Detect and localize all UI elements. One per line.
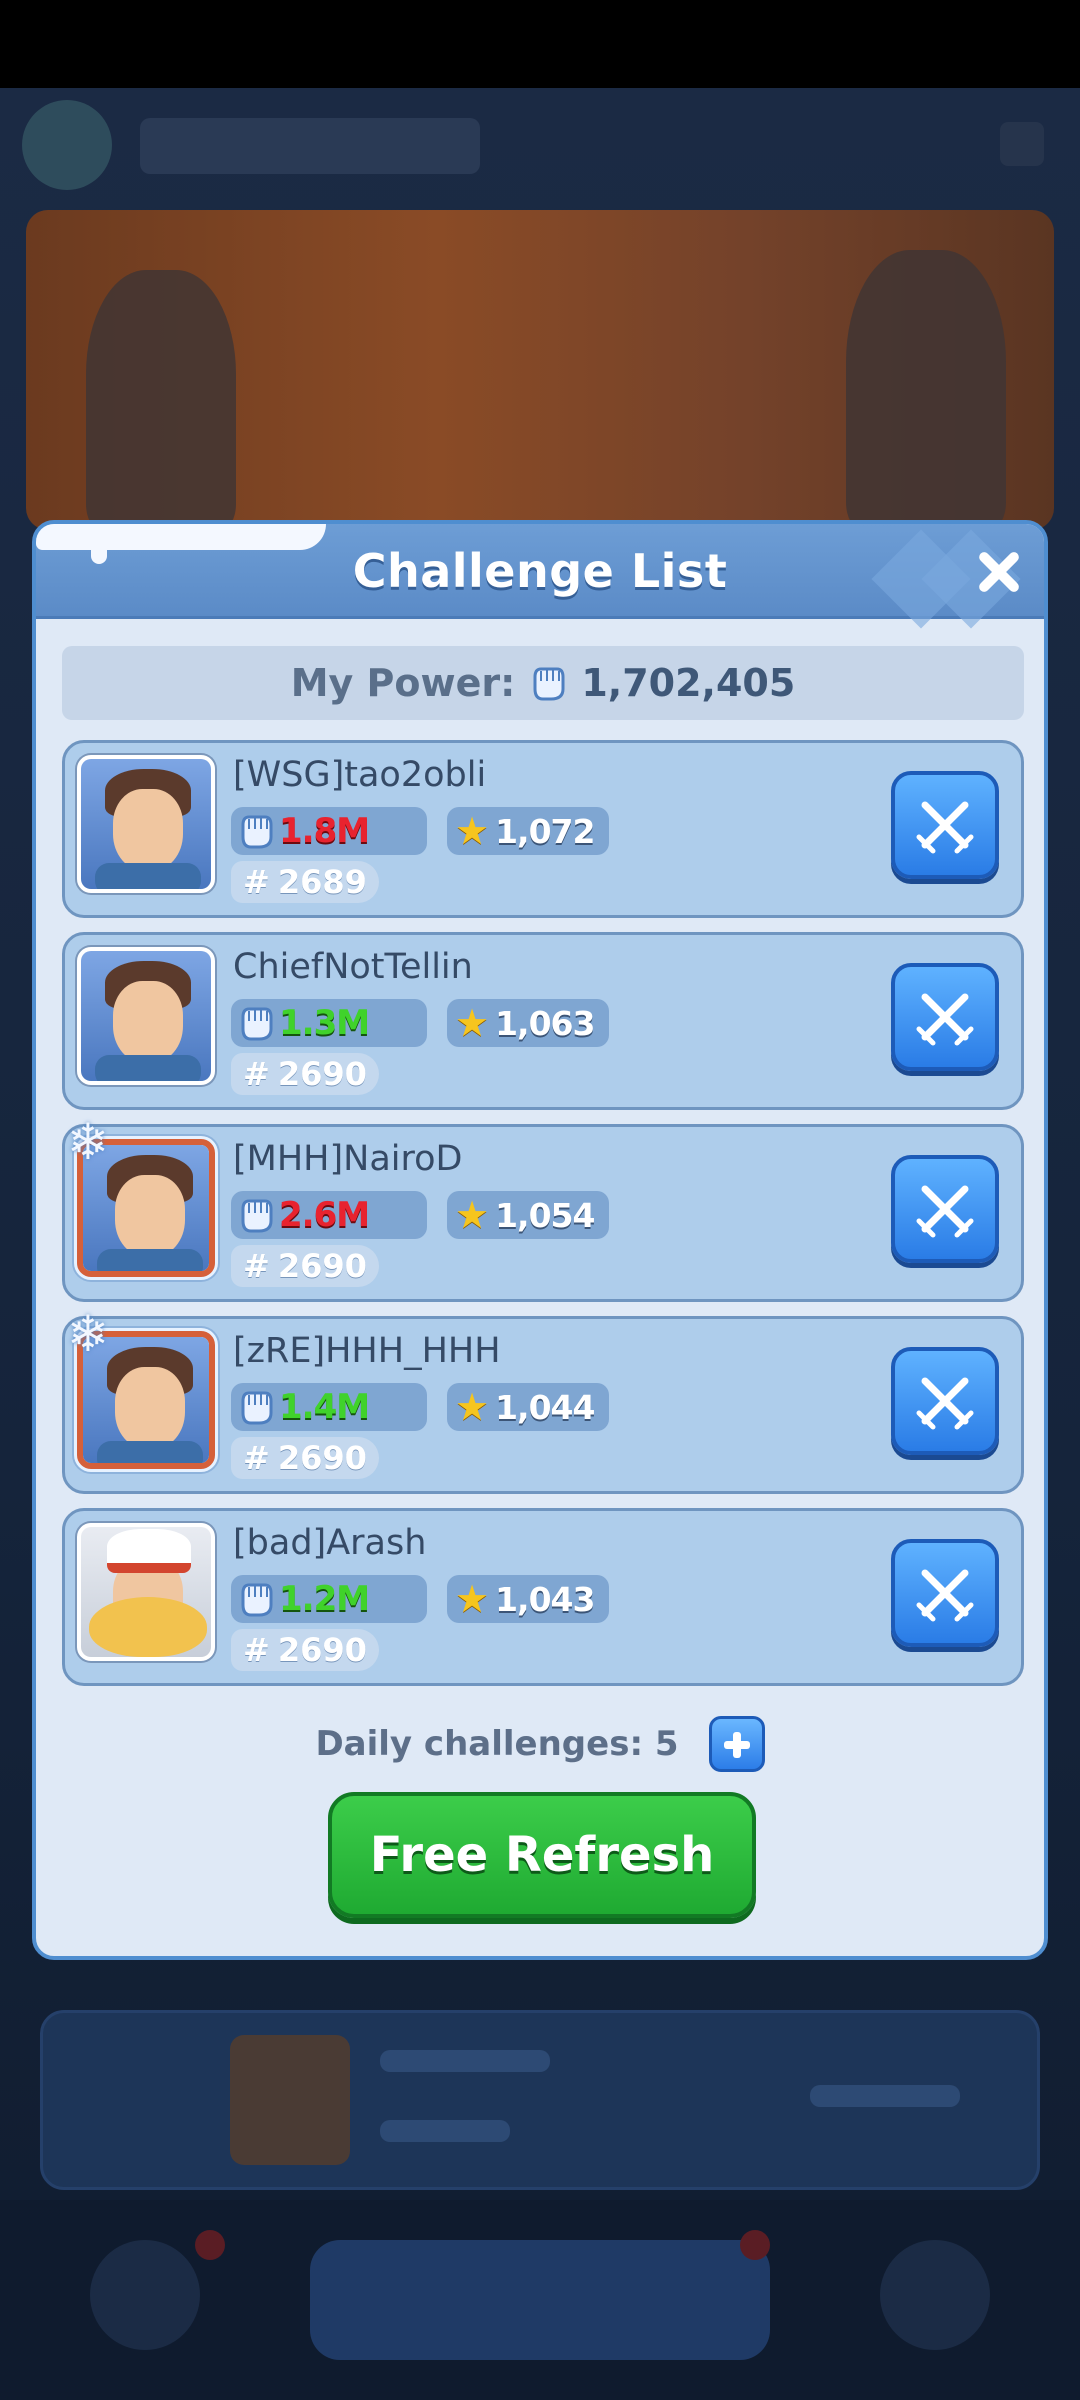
hash-icon: #: [243, 863, 270, 901]
background-nav-icon: [90, 2240, 200, 2350]
player-power: 1.2M: [231, 1575, 427, 1623]
player-name: [bad]Arash: [233, 1523, 427, 1563]
my-power-bar: My Power: 1,702,405: [62, 646, 1024, 720]
daily-challenges-text: Daily challenges: 5: [315, 1724, 679, 1764]
status-bar: [0, 0, 1080, 88]
player-row: [bad]Arash 1.2M ★ 1,043 #2690: [62, 1508, 1024, 1686]
challenge-button[interactable]: [891, 1347, 999, 1455]
player-power: 2.6M: [231, 1191, 427, 1239]
challenge-button[interactable]: [891, 1155, 999, 1263]
background-menu-icon: [1000, 122, 1044, 166]
player-stars-value: 1,043: [495, 1579, 595, 1619]
player-name: [zRE]HHH_HHH: [233, 1331, 501, 1371]
background-challenge-button: [310, 2240, 770, 2360]
snowflake-icon: ❄: [67, 1305, 109, 1363]
background-banner: [26, 210, 1054, 530]
crossed-swords-icon: [913, 1369, 977, 1433]
player-stars-value: 1,063: [495, 1003, 595, 1043]
background-badge: [195, 2230, 225, 2260]
background-nav-icon: [880, 2240, 990, 2350]
dialog-title: Challenge List: [352, 544, 728, 598]
player-power-value: 1.3M: [279, 1003, 370, 1043]
fist-icon: [237, 1387, 275, 1427]
player-power: 1.3M: [231, 999, 427, 1047]
crossed-swords-icon: [913, 1177, 977, 1241]
player-rank: #2689: [231, 861, 379, 903]
fist-icon: [237, 1003, 275, 1043]
player-rank-value: 2690: [277, 1055, 367, 1093]
player-rank: #2690: [231, 1245, 379, 1287]
player-stars: ★ 1,072: [447, 807, 609, 855]
player-stars: ★ 1,054: [447, 1191, 609, 1239]
background-line: [380, 2120, 510, 2142]
star-icon: ★: [455, 1577, 490, 1621]
my-power-label: My Power:: [290, 661, 516, 705]
player-avatar[interactable]: [77, 947, 215, 1085]
player-power-value: 1.8M: [279, 811, 370, 851]
star-icon: ★: [455, 809, 490, 853]
player-power-value: 1.2M: [279, 1579, 370, 1619]
player-power-value: 2.6M: [279, 1195, 370, 1235]
dialog-header: Challenge List: [36, 524, 1044, 629]
fist-icon: [529, 663, 567, 703]
player-name: [WSG]tao2obli: [233, 755, 487, 795]
player-avatar[interactable]: [77, 1523, 215, 1661]
player-stars-value: 1,044: [495, 1387, 595, 1427]
snowflake-icon: ❄: [67, 1113, 109, 1171]
hash-icon: #: [243, 1439, 270, 1477]
background-line: [380, 2050, 550, 2072]
player-row: ❄ [MHH]NairoD 2.6M ★ 1,054 #2690: [62, 1117, 1024, 1302]
close-icon[interactable]: [972, 546, 1024, 598]
player-rank-value: 2690: [277, 1439, 367, 1477]
player-rank-value: 2690: [277, 1247, 367, 1285]
background-avatar: [22, 100, 112, 190]
star-icon: ★: [455, 1001, 490, 1045]
player-name: ChiefNotTellin: [233, 947, 473, 987]
player-stars-value: 1,054: [495, 1195, 595, 1235]
challenge-button[interactable]: [891, 771, 999, 879]
star-icon: ★: [455, 1193, 490, 1237]
fist-icon: [237, 1579, 275, 1619]
fist-icon: [237, 811, 275, 851]
player-rank-value: 2690: [277, 1631, 367, 1669]
player-rank: #2690: [231, 1629, 379, 1671]
player-name: [MHH]NairoD: [233, 1139, 463, 1179]
player-row: [WSG]tao2obli 1.8M ★ 1,072 #2689: [62, 740, 1024, 918]
plus-icon[interactable]: [708, 1716, 765, 1772]
player-stars: ★ 1,044: [447, 1383, 609, 1431]
hash-icon: #: [243, 1631, 270, 1669]
background-card-avatar: [230, 2035, 350, 2165]
star-icon: ★: [455, 1385, 490, 1429]
crossed-swords-icon: [913, 985, 977, 1049]
player-stars: ★ 1,043: [447, 1575, 609, 1623]
hash-icon: #: [243, 1055, 270, 1093]
challenge-button[interactable]: [891, 1539, 999, 1647]
player-power: 1.8M: [231, 807, 427, 855]
crossed-swords-icon: [913, 1561, 977, 1625]
player-row: ❄ [zRE]HHH_HHH 1.4M ★ 1,044 #2690: [62, 1309, 1024, 1494]
challenge-button[interactable]: [891, 963, 999, 1071]
fist-icon: [237, 1195, 275, 1235]
my-power-value: 1,702,405: [581, 661, 796, 705]
background-badge: [740, 2230, 770, 2260]
hash-icon: #: [243, 1247, 270, 1285]
player-stars: ★ 1,063: [447, 999, 609, 1047]
player-avatar[interactable]: [77, 755, 215, 893]
player-row: ChiefNotTellin 1.3M ★ 1,063 #2690: [62, 932, 1024, 1110]
background-line: [810, 2085, 960, 2107]
daily-challenges-line: Daily challenges: 5: [36, 1714, 1044, 1774]
player-rank: #2690: [231, 1053, 379, 1095]
background-title: [140, 118, 480, 174]
player-power-value: 1.4M: [279, 1387, 370, 1427]
free-refresh-button[interactable]: Free Refresh: [328, 1792, 756, 1918]
player-stars-value: 1,072: [495, 811, 595, 851]
challenge-list-dialog: Challenge List My Power: 1,702,405 [WSG]…: [32, 520, 1048, 1960]
crossed-swords-icon: [913, 793, 977, 857]
player-rank-value: 2689: [277, 863, 367, 901]
player-rank: #2690: [231, 1437, 379, 1479]
player-power: 1.4M: [231, 1383, 427, 1431]
